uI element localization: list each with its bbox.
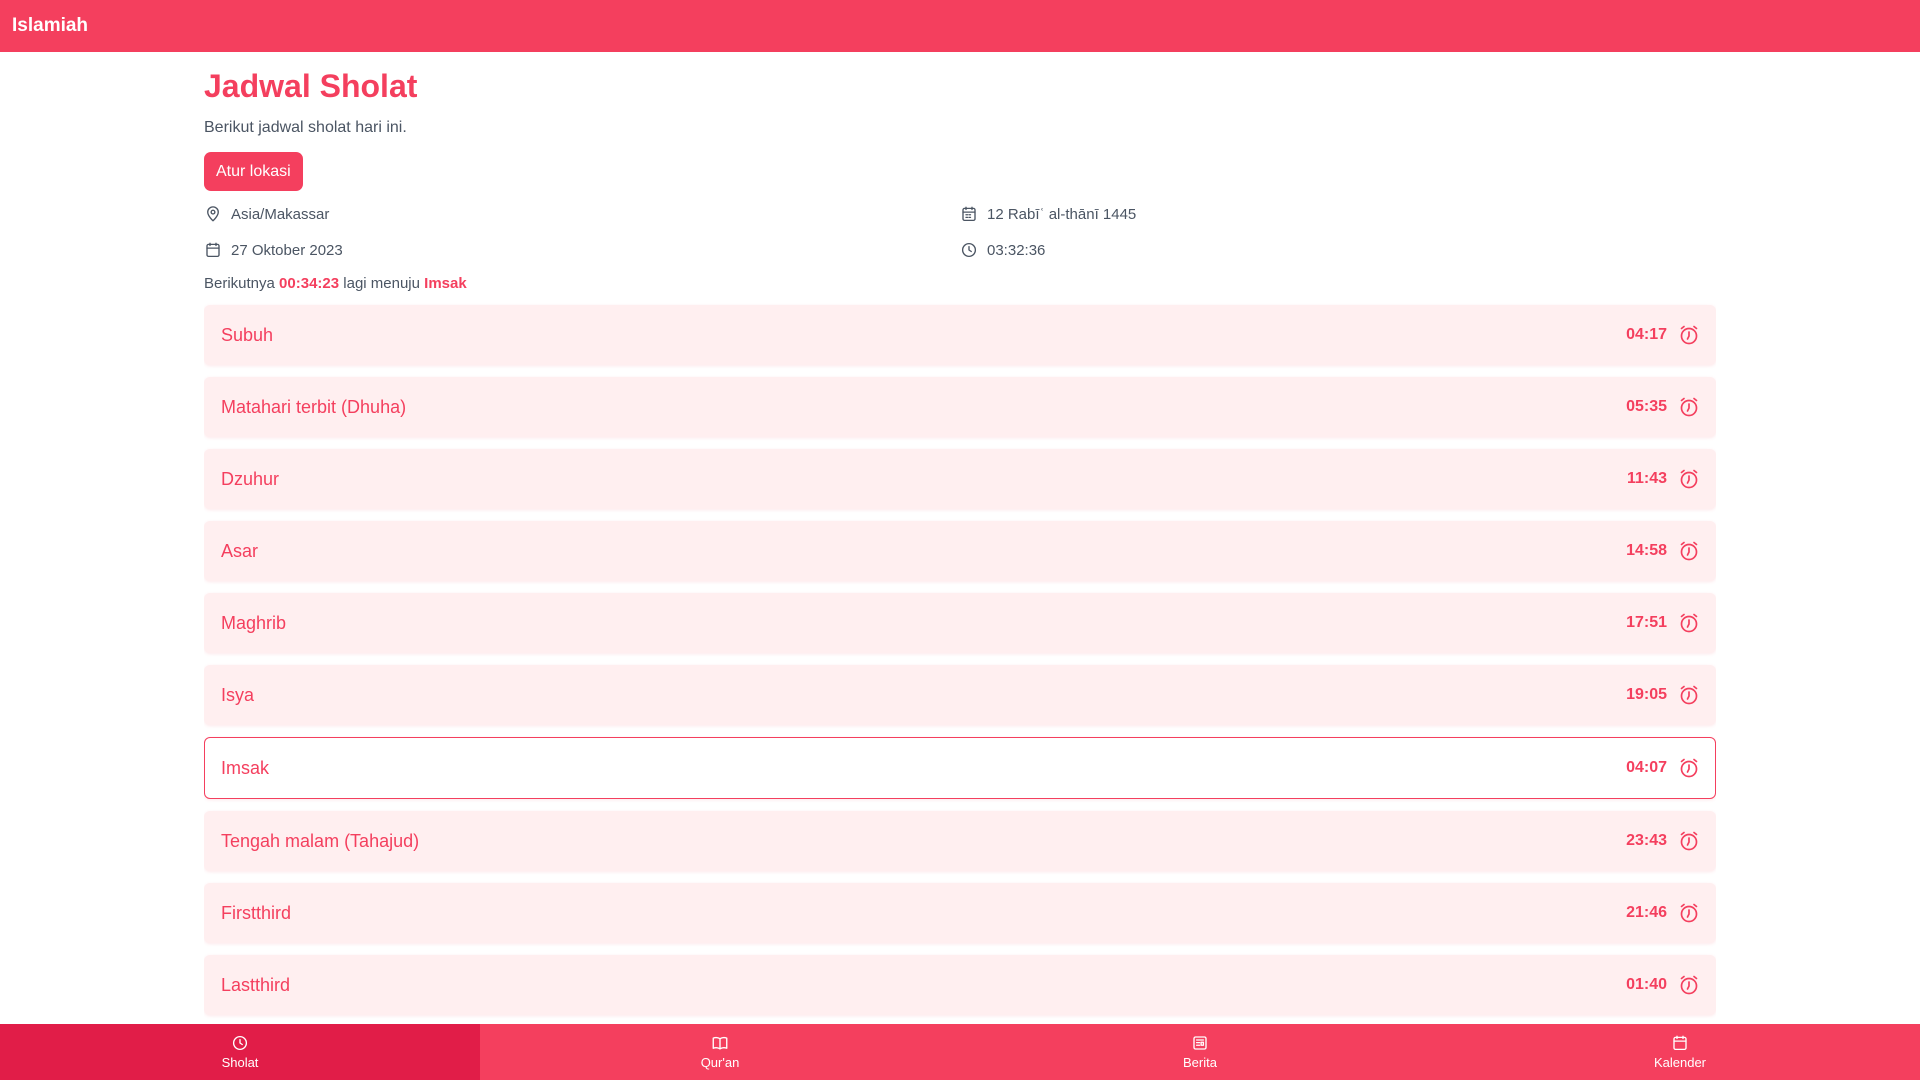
prayer-name: Firstthird [221, 902, 292, 923]
prayer-row-isya[interactable]: Isya 19:05 [204, 665, 1716, 725]
prayer-time: 17:51 [1626, 614, 1667, 631]
prayer-name: Maghrib [221, 612, 287, 633]
alarm-clock-icon[interactable] [1677, 756, 1701, 780]
info-grid: Asia/Makassar 12 Rabīʿ al-thānī 1445 27 … [204, 203, 1716, 261]
next-prayer-countdown: Berikutnya 00:34:23 lagi menuju Imsak [204, 273, 1716, 295]
prayer-time: 01:40 [1626, 976, 1667, 993]
page-title: Jadwal Sholat [204, 68, 418, 104]
prayer-name: Lastthird [221, 974, 291, 995]
prayer-row-subuh[interactable]: Subuh 04:17 [204, 305, 1716, 365]
hijri-date-text: 12 Rabīʿ al-thānī 1445 [987, 205, 1137, 223]
nav-item-sholat[interactable]: Sholat [0, 1024, 480, 1080]
countdown-middle: lagi menuju [343, 275, 420, 292]
alarm-clock-icon[interactable] [1677, 829, 1701, 853]
nav-label: Qur'an [700, 1055, 740, 1070]
prayer-row-firstthird[interactable]: Firstthird 21:46 [204, 883, 1716, 943]
prayer-row-dzuhur[interactable]: Dzuhur 11:43 [204, 449, 1716, 509]
set-location-button[interactable]: Atur lokasi [204, 152, 303, 191]
prayer-name: Isya [221, 684, 255, 705]
prayer-time: 05:35 [1626, 398, 1667, 415]
prayer-name: Asar [221, 540, 259, 561]
alarm-clock-icon[interactable] [1677, 683, 1701, 707]
clock-icon [960, 241, 978, 259]
location-text: Asia/Makassar [231, 205, 330, 223]
prayer-time: 11:43 [1626, 470, 1667, 487]
calendar-icon [960, 205, 978, 223]
countdown-next-prayer: Imsak [424, 275, 467, 292]
countdown-remaining: 00:34:23 [279, 275, 340, 292]
prayer-row-tahajud[interactable]: Tengah malam (Tahajud) 23:43 [204, 811, 1716, 871]
nav-label: Sholat [221, 1055, 259, 1070]
app-brand[interactable]: Islamiah [12, 15, 88, 37]
prayer-row-imsak[interactable]: Imsak 04:07 [204, 737, 1716, 799]
prayer-row-lastthird[interactable]: Lastthird 01:40 [204, 955, 1716, 1015]
nav-label: Berita [1183, 1055, 1217, 1070]
prayer-name: Matahari terbit (Dhuha) [221, 396, 407, 417]
prayer-name: Imsak [221, 757, 270, 778]
hijri-date-info: 12 Rabīʿ al-thānī 1445 [960, 203, 1716, 225]
alarm-clock-icon[interactable] [1677, 467, 1701, 491]
map-pin-icon [204, 205, 222, 223]
prayer-time: 04:17 [1626, 326, 1667, 343]
gregorian-date-info: 27 Oktober 2023 [204, 239, 960, 261]
book-open-icon [711, 1034, 729, 1052]
prayer-name: Subuh [221, 324, 274, 345]
calendar-icon [204, 241, 222, 259]
countdown-prefix: Berikutnya [204, 275, 275, 292]
page-subtitle: Berikut jadwal sholat hari ini. [204, 119, 407, 136]
alarm-clock-icon[interactable] [1677, 611, 1701, 635]
current-time-info: 03:32:36 [960, 239, 1716, 261]
clock-icon [231, 1034, 249, 1052]
alarm-clock-icon[interactable] [1677, 901, 1701, 925]
alarm-clock-icon[interactable] [1677, 395, 1701, 419]
prayer-time: 19:05 [1626, 686, 1667, 703]
alarm-clock-icon[interactable] [1677, 323, 1701, 347]
prayer-row-maghrib[interactable]: Maghrib 17:51 [204, 593, 1716, 653]
location-info: Asia/Makassar [204, 203, 960, 225]
bottom-navigation: Sholat Qur'an Berita Kalender [0, 1024, 1920, 1080]
prayer-row-dhuha[interactable]: Matahari terbit (Dhuha) 05:35 [204, 377, 1716, 437]
nav-item-berita[interactable]: Berita [960, 1024, 1440, 1080]
prayer-row-asar[interactable]: Asar 14:58 [204, 521, 1716, 581]
nav-item-quran[interactable]: Qur'an [480, 1024, 960, 1080]
alarm-clock-icon[interactable] [1677, 973, 1701, 997]
calendar-icon [1671, 1034, 1689, 1052]
current-time-text: 03:32:36 [987, 241, 1046, 259]
prayer-time: 23:43 [1626, 832, 1667, 849]
top-app-bar: Islamiah [0, 0, 1920, 52]
alarm-clock-icon[interactable] [1677, 539, 1701, 563]
nav-label: Kalender [1653, 1055, 1707, 1070]
prayer-time: 04:07 [1626, 759, 1667, 776]
prayer-name: Tengah malam (Tahajud) [221, 830, 420, 851]
gregorian-date-text: 27 Oktober 2023 [231, 241, 343, 259]
prayer-time: 21:46 [1626, 904, 1667, 921]
newspaper-icon [1191, 1034, 1209, 1052]
prayer-name: Dzuhur [221, 468, 280, 489]
main-content: Jadwal Sholat Berikut jadwal sholat hari… [204, 52, 1716, 1024]
prayer-time: 14:58 [1626, 542, 1667, 559]
prayer-list: Subuh 04:17 Matahari terbit (Dhuha) 05:3… [204, 305, 1716, 1015]
nav-item-kalender[interactable]: Kalender [1440, 1024, 1920, 1080]
